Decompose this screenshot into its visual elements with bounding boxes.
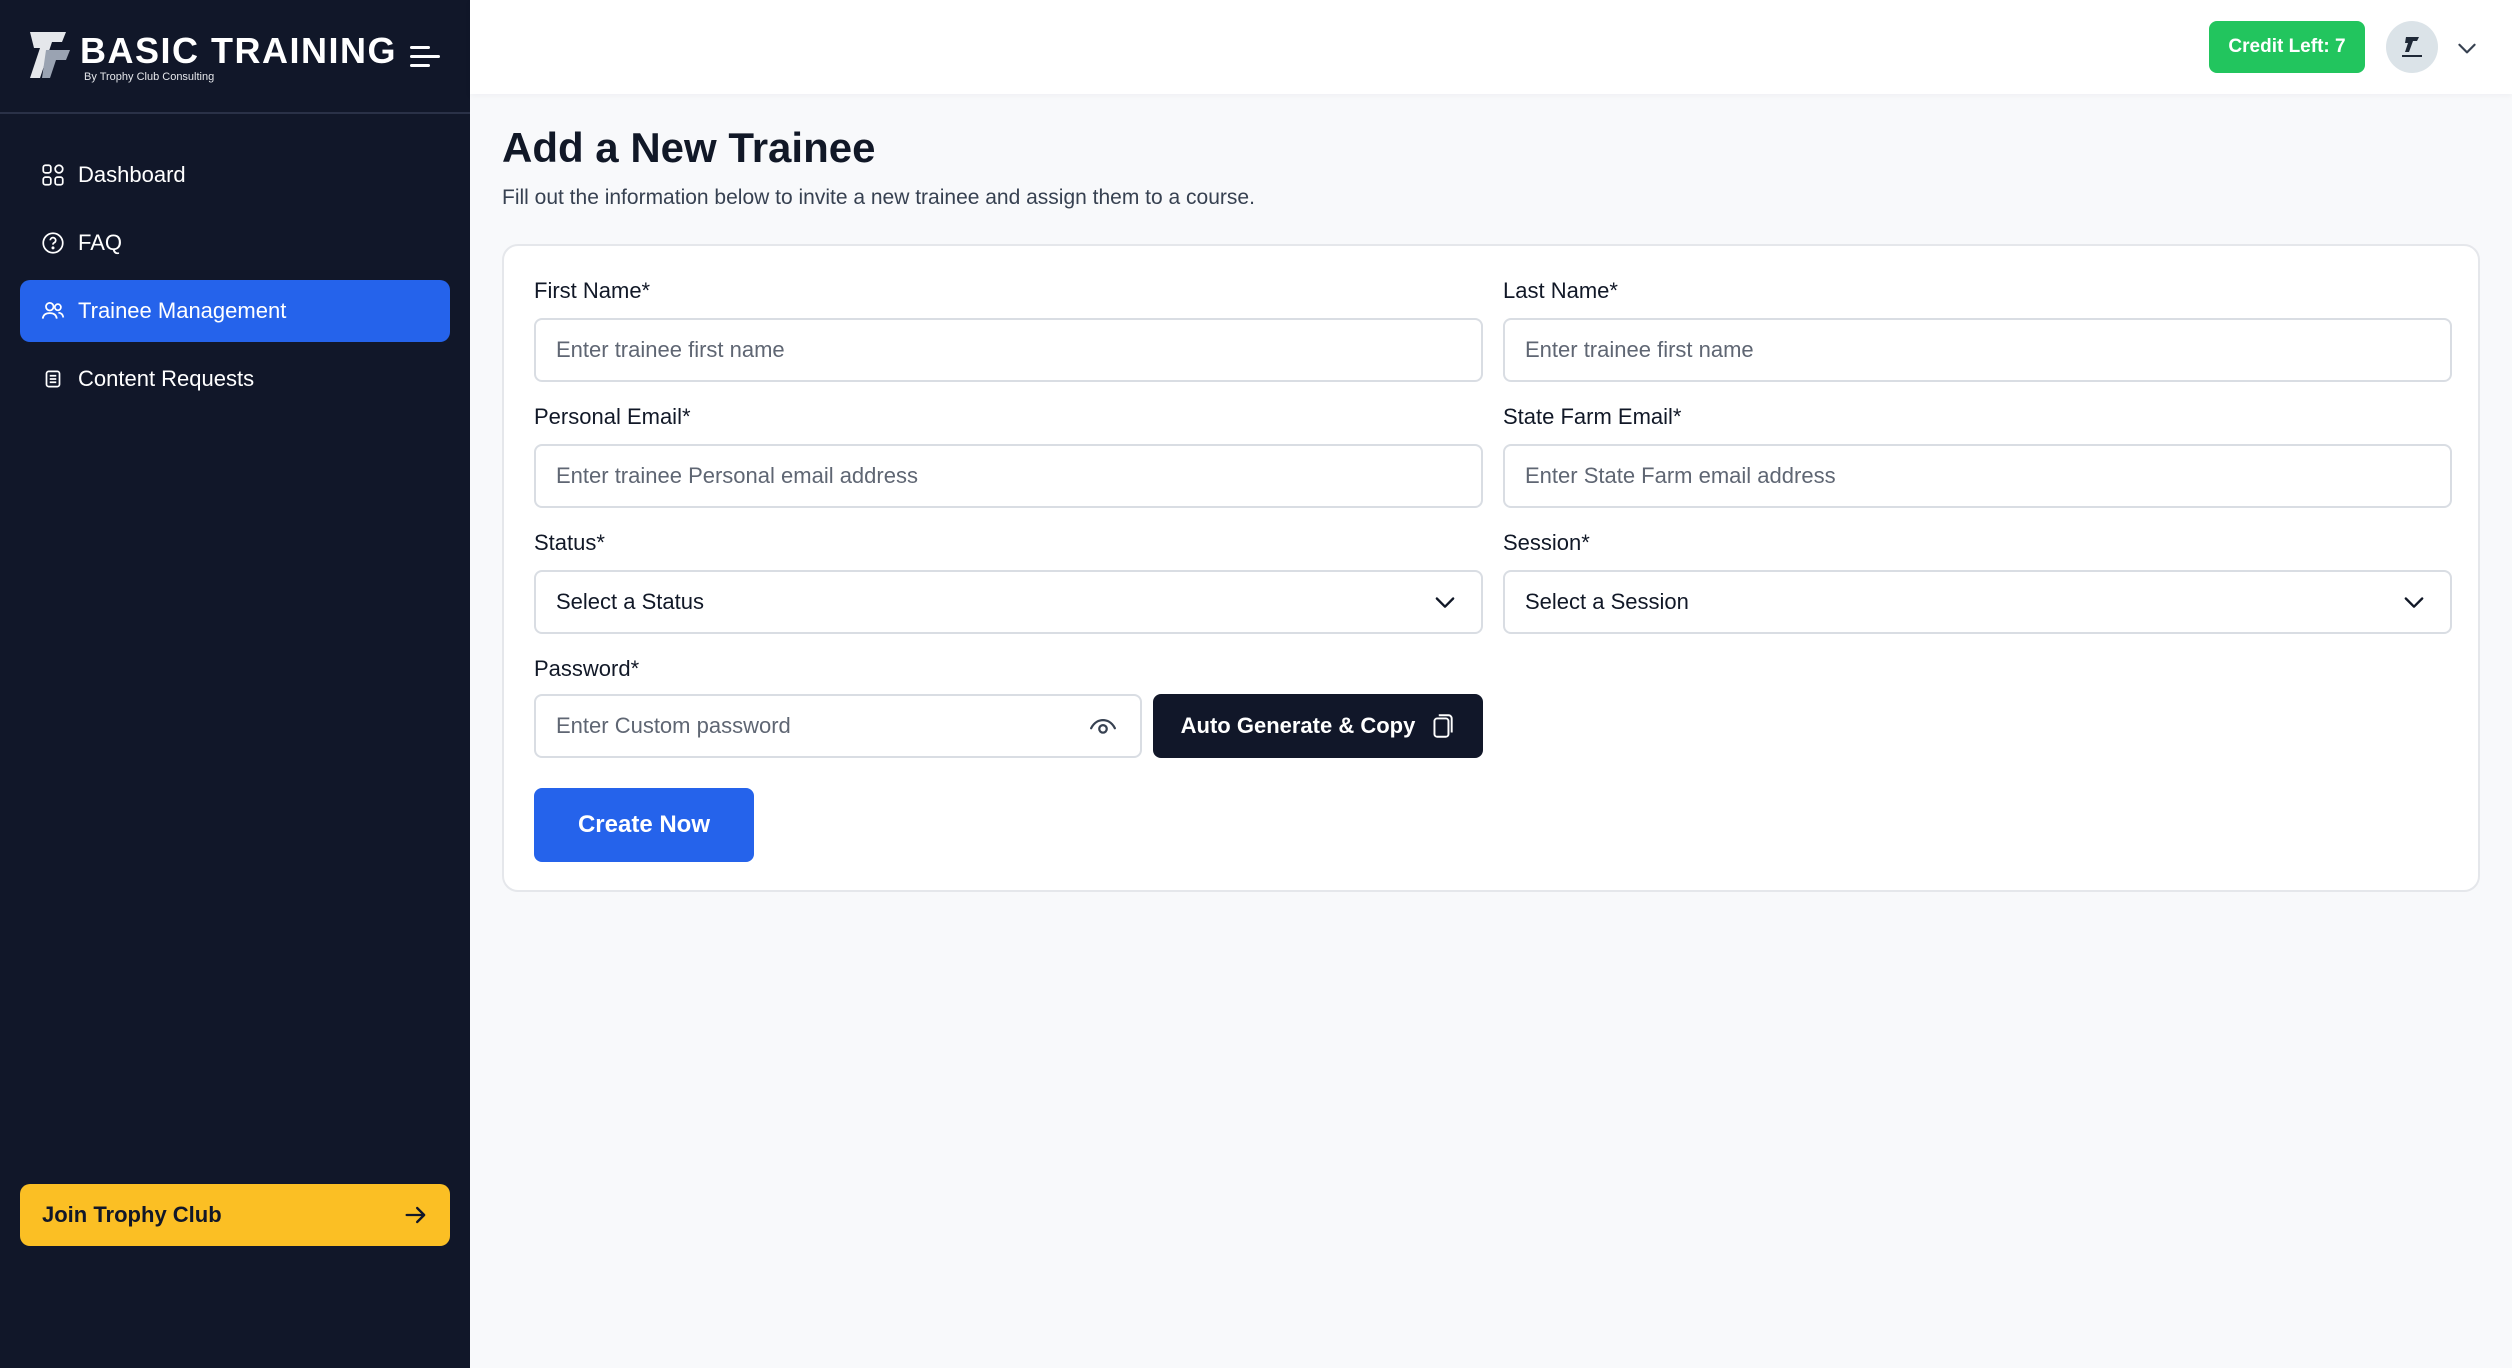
arrow-right-icon <box>405 1206 426 1224</box>
question-circle-icon <box>40 230 66 256</box>
brand-logo-icon <box>30 32 70 78</box>
users-icon <box>40 298 66 324</box>
sidebar-item-label: Dashboard <box>78 162 186 187</box>
credit-badge: Credit Left: 7 <box>2209 21 2365 73</box>
menu-line-icon <box>410 55 440 58</box>
top-bar: Credit Left: 7 <box>470 0 2512 94</box>
session-select[interactable]: Select a Session <box>1503 570 2452 634</box>
avatar[interactable] <box>2386 21 2438 73</box>
personal-email-label: Personal Email* <box>534 404 691 429</box>
chevron-down-icon <box>2404 597 2424 608</box>
join-label: Join Trophy Club <box>42 1202 222 1227</box>
sidebar-item-dashboard[interactable]: Dashboard <box>20 144 450 206</box>
state-farm-email-input[interactable] <box>1503 444 2452 508</box>
eye-icon[interactable] <box>1088 712 1118 742</box>
auto-generate-copy-button[interactable]: Auto Generate & Copy <box>1153 694 1483 758</box>
join-trophy-club-button[interactable]: Join Trophy Club <box>20 1184 450 1246</box>
session-selected-value: Select a Session <box>1525 589 1689 614</box>
sidebar-item-content-requests[interactable]: Content Requests <box>20 348 450 410</box>
status-label: Status* <box>534 530 605 555</box>
state-farm-email-label: State Farm Email* <box>1503 404 1682 429</box>
brand-header: BASIC TRAINING By Trophy Club Consulting <box>0 0 470 114</box>
page-subtitle: Fill out the information below to invite… <box>502 186 1255 209</box>
menu-line-icon <box>410 64 430 67</box>
grid-icon <box>40 162 66 188</box>
personal-email-input[interactable] <box>534 444 1483 508</box>
status-selected-value: Select a Status <box>556 589 704 614</box>
copy-icon <box>1433 714 1454 738</box>
sidebar-item-label: Content Requests <box>78 366 255 391</box>
create-now-button[interactable]: Create Now <box>534 788 754 862</box>
avatar-logo-icon <box>2402 37 2422 57</box>
brand-title: BASIC TRAINING <box>80 30 397 71</box>
last-name-input[interactable] <box>1503 318 2452 382</box>
password-input[interactable] <box>534 694 1142 758</box>
chevron-down-icon <box>1435 597 1455 608</box>
sidebar-nav: Dashboard FAQ Trainee Management Content… <box>20 144 450 416</box>
password-field <box>534 694 1142 758</box>
add-trainee-form: First Name* Last Name* Personal Email* S… <box>502 244 2480 892</box>
page-title: Add a New Trainee <box>502 124 876 171</box>
sidebar-item-faq[interactable]: FAQ <box>20 212 450 274</box>
sidebar: BASIC TRAINING By Trophy Club Consulting… <box>0 0 470 1368</box>
sidebar-item-trainee-management[interactable]: Trainee Management <box>20 280 450 342</box>
document-list-icon <box>40 366 66 392</box>
last-name-label: Last Name* <box>1503 278 1618 303</box>
status-select[interactable]: Select a Status <box>534 570 1483 634</box>
menu-toggle-button[interactable] <box>410 42 444 72</box>
auto-generate-label: Auto Generate & Copy <box>1180 713 1416 738</box>
sidebar-item-label: FAQ <box>78 230 123 255</box>
menu-line-icon <box>410 46 430 49</box>
first-name-label: First Name* <box>534 278 651 303</box>
first-name-input[interactable] <box>534 318 1483 382</box>
password-label: Password* <box>534 656 640 681</box>
brand-subtitle: By Trophy Club Consulting <box>84 71 215 83</box>
sidebar-item-label: Trainee Management <box>78 298 287 323</box>
session-label: Session* <box>1503 530 1590 555</box>
chevron-down-icon[interactable] <box>2454 35 2480 61</box>
